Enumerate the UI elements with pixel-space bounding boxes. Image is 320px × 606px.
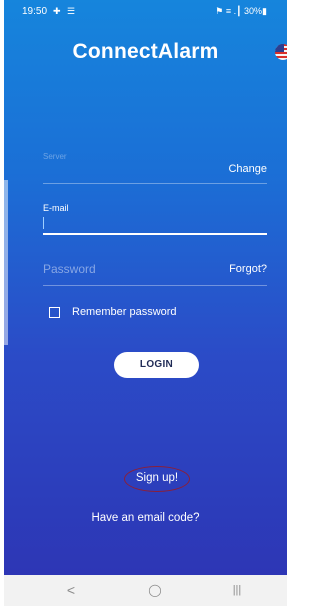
status-bar: 19:50 ✚ ☰ ⚑ ≡ .┃ 30%▮	[4, 0, 287, 20]
scroll-handle[interactable]	[4, 180, 8, 345]
login-button[interactable]: LOGIN	[114, 352, 199, 378]
status-right-icons: ⚑ ≡ .┃ 30%▮	[215, 6, 267, 16]
password-field[interactable]: Password Forgot?	[43, 260, 267, 288]
forgot-password-link[interactable]: Forgot?	[229, 263, 267, 275]
notification-icons: ✚ ☰	[53, 6, 78, 16]
flag-canton	[275, 44, 284, 52]
change-server-link[interactable]: Change	[228, 163, 267, 175]
text-cursor	[43, 217, 44, 229]
home-icon[interactable]: ◯	[140, 580, 170, 600]
back-icon[interactable]: <	[56, 580, 86, 600]
password-placeholder: Password	[43, 262, 96, 276]
server-underline	[43, 183, 267, 184]
recents-icon[interactable]: |||	[222, 580, 252, 600]
email-field[interactable]: E-mail	[43, 201, 267, 237]
app-title: ConnectAlarm	[72, 40, 219, 63]
email-code-link[interactable]: Have an email code?	[4, 512, 287, 524]
remember-password-checkbox[interactable]	[49, 307, 60, 318]
signup-link[interactable]: Sign up!	[124, 466, 190, 492]
app-screen: 19:50 ✚ ☰ ⚑ ≡ .┃ 30%▮ ConnectAlarm Serve…	[4, 0, 287, 575]
password-underline	[43, 285, 267, 286]
remember-password-label[interactable]: Remember password	[72, 306, 177, 318]
server-field[interactable]: Server Change	[43, 150, 267, 186]
email-underline	[43, 233, 267, 235]
email-label: E-mail	[43, 203, 69, 213]
server-label: Server	[43, 152, 67, 161]
us-flag-icon[interactable]	[275, 44, 287, 60]
phone-screen: 19:50 ✚ ☰ ⚑ ≡ .┃ 30%▮ ConnectAlarm Serve…	[4, 0, 291, 606]
status-time: 19:50	[22, 6, 48, 17]
android-nav-bar: < ◯ |||	[4, 575, 287, 606]
